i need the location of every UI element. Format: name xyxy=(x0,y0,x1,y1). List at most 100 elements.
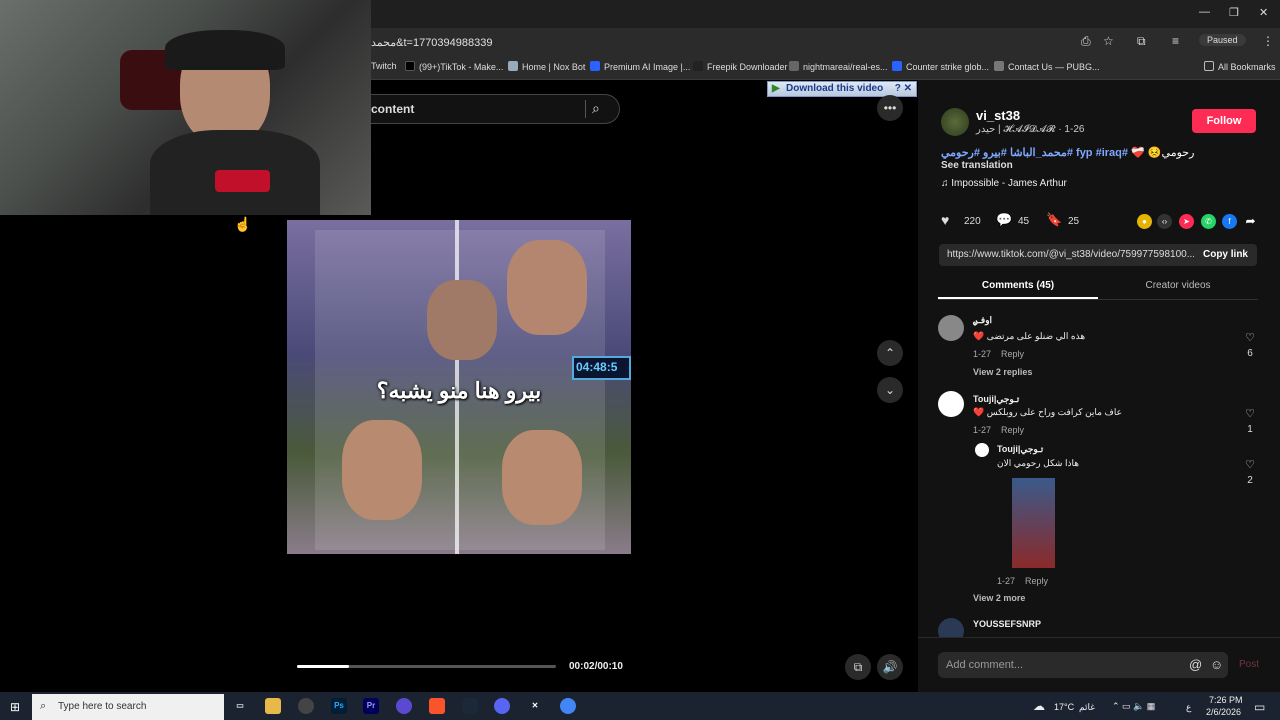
video-progress-fill xyxy=(297,665,349,668)
comment-icon[interactable]: 💬 xyxy=(996,212,1012,228)
avatar[interactable] xyxy=(975,443,989,457)
comment-date: 1-27 xyxy=(973,349,992,359)
comment-like-count: 1 xyxy=(1247,424,1253,435)
view-replies[interactable]: View 2 replies xyxy=(973,367,1032,377)
share-icon[interactable]: ➦ xyxy=(1243,214,1258,229)
comment-author[interactable]: Touji|تـوجي xyxy=(973,394,1019,405)
tray-icons[interactable]: ⌃ ▭ 🔈 ▦ xyxy=(1112,701,1155,712)
clock-date[interactable]: 2/6/2026 xyxy=(1206,707,1241,717)
task-view-icon[interactable]: ▭ xyxy=(232,698,248,714)
comment-text: هاذا شكل رحومي الان xyxy=(997,458,1079,468)
repost-icon[interactable]: ● xyxy=(1137,214,1152,229)
embed-icon[interactable]: ‹› xyxy=(1157,214,1172,229)
steam-icon[interactable] xyxy=(462,698,478,714)
taskbar-search[interactable]: Type here to search xyxy=(32,694,224,720)
comment-input[interactable]: Add comment... xyxy=(938,652,1228,678)
photoshop-icon[interactable]: Ps xyxy=(331,698,347,714)
install-icon[interactable]: ⎙ xyxy=(1081,34,1091,49)
tab-creator-videos[interactable]: Creator videos xyxy=(1098,280,1258,291)
music-link[interactable]: ♫ Impossible - James Arthur xyxy=(941,178,1067,189)
profile-button[interactable]: Paused xyxy=(1199,34,1246,46)
media-icon[interactable]: ≡ xyxy=(1172,34,1179,48)
follow-button[interactable]: Follow xyxy=(1192,109,1256,133)
bookmark-twitch[interactable]: Twitch xyxy=(371,61,397,71)
extensions-icon[interactable]: ⧉ xyxy=(1137,34,1146,49)
bookmark-freepik-dl[interactable]: Freepik Downloader xyxy=(693,61,788,72)
comment-meta: 1-27 Reply xyxy=(973,425,1024,435)
windows-start-icon[interactable]: ⊞ xyxy=(10,700,20,714)
discord-icon[interactable] xyxy=(494,698,510,714)
bookmark-star-icon[interactable]: ☆ xyxy=(1103,34,1114,48)
mention-icon[interactable]: @ xyxy=(1189,657,1202,672)
profile-status: Paused xyxy=(1207,35,1238,45)
next-video-icon[interactable]: ⌄ xyxy=(877,377,903,403)
comment-like-icon[interactable]: ♡ xyxy=(1242,331,1258,344)
microphone-image xyxy=(215,170,270,192)
notifications-icon[interactable]: ▭ xyxy=(1254,700,1265,714)
comment-author[interactable]: YOUSSEFSNRP xyxy=(973,619,1041,629)
send-icon[interactable]: ➤ xyxy=(1179,214,1194,229)
pip-icon[interactable]: ⧉ xyxy=(845,654,871,680)
post-button[interactable]: Post xyxy=(1239,659,1259,670)
see-translation[interactable]: See translation xyxy=(941,160,1013,171)
comment-like-icon[interactable]: ♡ xyxy=(1242,458,1258,471)
clock-time[interactable]: 7:26 PM xyxy=(1209,695,1243,705)
bookmark-pubg[interactable]: Contact Us — PUBG... xyxy=(994,61,1100,72)
tab-comments[interactable]: Comments (45) xyxy=(938,280,1098,291)
minimize-icon[interactable]: — xyxy=(1199,6,1210,18)
app-icon[interactable] xyxy=(396,698,412,714)
reply-button[interactable]: Reply xyxy=(1025,576,1048,586)
volume-icon[interactable]: 🔊 xyxy=(877,654,903,680)
reply-button[interactable]: Reply xyxy=(1001,349,1024,359)
restore-icon[interactable]: ❐ xyxy=(1229,6,1239,19)
download-video-bar[interactable]: Download this video ▶ ? ✕ xyxy=(767,81,917,97)
menu-icon[interactable]: ⋮ xyxy=(1262,34,1274,48)
search-text: content xyxy=(371,102,415,116)
bookmark-icon[interactable]: 🔖 xyxy=(1046,212,1062,228)
weather-icon: ☁ xyxy=(1033,699,1045,713)
view-more-replies[interactable]: View 2 more xyxy=(973,593,1025,603)
copy-link-button[interactable]: Copy link xyxy=(1194,244,1257,266)
comment-author[interactable]: Touji|تـوجي xyxy=(997,444,1043,455)
post-username[interactable]: vi_st38 xyxy=(976,108,1020,123)
bookmark-noxbot[interactable]: Home | Nox Bot xyxy=(508,61,585,72)
obs-icon[interactable] xyxy=(298,698,314,714)
chrome-icon[interactable] xyxy=(560,698,576,714)
face-image xyxy=(342,420,422,520)
close-icon[interactable]: ✕ xyxy=(1259,6,1268,19)
close-icon[interactable]: ? ✕ xyxy=(895,82,912,96)
more-options-icon[interactable]: ••• xyxy=(877,95,903,121)
bookmark-counter-strike[interactable]: Counter strike glob... xyxy=(892,61,989,72)
avatar[interactable] xyxy=(941,108,969,136)
premiere-icon[interactable]: Pr xyxy=(363,698,379,714)
search-icon: ⌕ xyxy=(40,700,47,712)
bookmark-tiktok[interactable]: (99+)TikTok - Make... xyxy=(405,61,503,72)
comment-image[interactable] xyxy=(1012,478,1055,568)
webcam-overlay xyxy=(0,0,371,215)
all-bookmarks[interactable]: All Bookmarks xyxy=(1204,61,1276,72)
video-link[interactable]: https://www.tiktok.com/@vi_st38/video/75… xyxy=(939,244,1194,266)
file-explorer-icon[interactable] xyxy=(265,698,281,714)
facebook-icon[interactable]: f xyxy=(1222,214,1237,229)
download-video-label: Download this video xyxy=(786,83,884,94)
avatar[interactable] xyxy=(938,315,964,341)
comment-date: 1-27 xyxy=(997,576,1016,586)
comment-like-icon[interactable]: ♡ xyxy=(1242,407,1258,420)
heart-icon[interactable]: ♥ xyxy=(941,212,949,228)
whatsapp-icon[interactable]: ✆ xyxy=(1201,214,1216,229)
avatar[interactable] xyxy=(938,391,964,417)
bookmark-freepik-ai[interactable]: Premium AI Image |... xyxy=(590,61,690,72)
input-language[interactable]: ع xyxy=(1186,702,1191,713)
caption-hashtags[interactable]: #fyp #iraq #محمد_الباشا #بيرو #رحومي xyxy=(941,147,1128,159)
search-icon[interactable]: ⌕ xyxy=(592,100,600,117)
bookmark-nightmareai[interactable]: nightmareai/real-es... xyxy=(789,61,888,72)
post-nickname-date: حيدر | 𝓗𝓐𝓘𝓓𝓐𝓡 · 1-26 xyxy=(976,124,1085,135)
weather-temp[interactable]: 17°C xyxy=(1054,702,1074,712)
brave-icon[interactable] xyxy=(429,698,445,714)
previous-video-icon[interactable]: ⌃ xyxy=(877,340,903,366)
comment-author[interactable]: اوفـࢪ xyxy=(973,315,992,326)
reply-button[interactable]: Reply xyxy=(1001,425,1024,435)
emoji-icon[interactable]: ☺ xyxy=(1210,657,1223,672)
capcut-icon[interactable]: ✕ xyxy=(527,698,543,714)
url-text[interactable]: محمد&t=1770394988339 xyxy=(371,36,493,49)
